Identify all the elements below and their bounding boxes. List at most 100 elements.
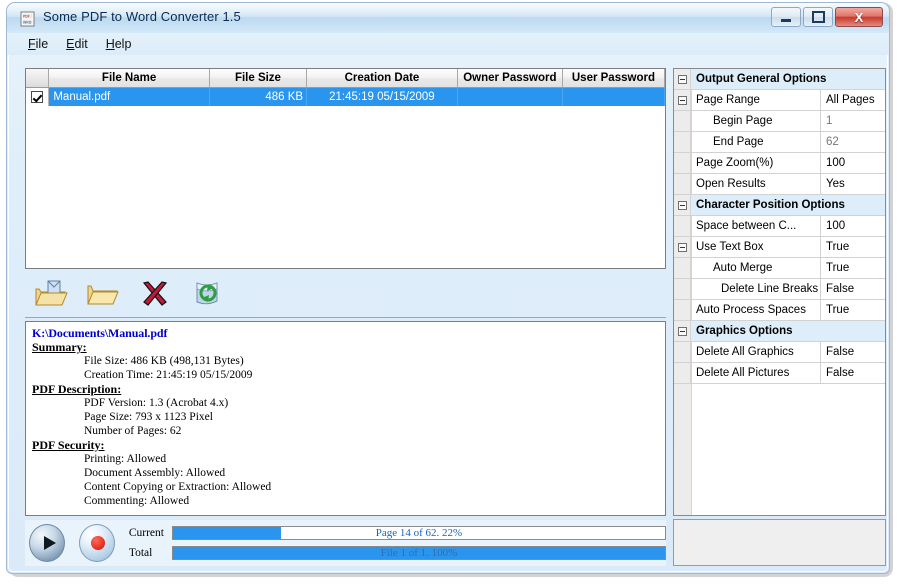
property-row[interactable]: Delete All Graphics False — [674, 342, 885, 363]
info-section-line: Number of Pages: 62 — [84, 425, 182, 437]
property-expander-cell[interactable] — [674, 195, 691, 215]
property-row[interactable]: Space between C... 100 — [674, 216, 885, 237]
property-category-row[interactable]: Graphics Options — [674, 321, 885, 342]
info-section-line: Commenting: Allowed — [84, 495, 190, 507]
property-value[interactable]: True — [820, 300, 885, 320]
info-section-line: Printing: Allowed — [84, 453, 167, 465]
column-header[interactable]: User Password — [563, 69, 665, 87]
property-name: Graphics Options — [696, 325, 793, 337]
property-name: Open Results — [696, 178, 766, 190]
info-section-heading: PDF Description: — [32, 382, 122, 396]
property-value[interactable]: 100 — [820, 153, 885, 173]
info-section-line: Creation Time: 21:45:19 05/15/2009 — [84, 369, 253, 381]
collapse-minus-icon[interactable] — [677, 95, 687, 105]
pdf-info-panel: K:\Documents\Manual.pdf Summary: File Siz… — [25, 321, 666, 516]
property-expander-cell[interactable] — [674, 69, 691, 89]
row-checkbox[interactable] — [26, 88, 50, 106]
total-progress-label: Total — [128, 547, 153, 559]
property-category-row[interactable]: Output General Options — [674, 69, 885, 90]
cell-user-password — [563, 88, 665, 106]
property-value[interactable]: All Pages — [820, 90, 885, 110]
collapse-minus-icon[interactable] — [677, 242, 687, 252]
property-row[interactable]: Delete Line Breaks False — [674, 279, 885, 300]
property-row[interactable]: Page Zoom(%) 100 — [674, 153, 885, 174]
maximize-button[interactable] — [803, 7, 833, 27]
current-progress-label: Current — [128, 527, 164, 539]
property-name: Delete Line Breaks — [721, 283, 819, 295]
open-folder-button[interactable] — [77, 276, 129, 316]
menu-item-file[interactable]: File — [19, 35, 57, 53]
property-value[interactable]: False — [820, 363, 885, 383]
total-progress-bar: File 1 of 1. 100% — [171, 546, 666, 560]
property-row[interactable]: Use Text Box True — [674, 237, 885, 258]
info-section-line: File Size: 486 KB (498,131 Bytes) — [84, 355, 244, 367]
property-expander-cell[interactable] — [674, 321, 691, 341]
property-row[interactable]: End Page 62 — [674, 132, 885, 153]
cell-file-size: 486 KB — [210, 88, 308, 106]
maximize-icon — [811, 11, 825, 23]
property-name: Auto Merge — [713, 262, 773, 274]
info-section-heading: Summary: — [32, 340, 87, 354]
property-value[interactable]: True — [820, 237, 885, 257]
property-row[interactable]: Open Results Yes — [674, 174, 885, 195]
property-expander-cell[interactable] — [674, 237, 691, 257]
property-expander-cell — [674, 132, 691, 152]
column-header[interactable]: File Name — [49, 69, 210, 87]
property-value[interactable]: False — [820, 342, 885, 362]
property-row[interactable]: Begin Page 1 — [674, 111, 885, 132]
collapse-minus-icon[interactable] — [677, 326, 687, 336]
collapse-minus-icon[interactable] — [677, 74, 687, 84]
file-list-corner-header — [26, 69, 50, 87]
column-header[interactable]: Owner Password — [458, 69, 563, 87]
property-name: Begin Page — [713, 115, 773, 127]
property-row[interactable]: Delete All Pictures False — [674, 363, 885, 384]
close-button[interactable]: X — [835, 7, 883, 27]
stop-convert-button[interactable] — [78, 524, 115, 562]
info-section-line: Page Size: 793 x 1123 Pixel — [84, 411, 213, 423]
add-files-button[interactable] — [25, 276, 77, 316]
table-row[interactable]: Manual.pdf 486 KB 21:45:19 05/15/2009 — [26, 88, 665, 106]
info-section-line: PDF Version: 1.3 (Acrobat 4.x) — [84, 397, 229, 409]
progress-bars: Page 14 of 62. 22% File 1 of 1. 100% — [171, 523, 666, 563]
total-progress-text: File 1 of 1. 100% — [380, 547, 458, 559]
menu-item-help[interactable]: Help — [97, 35, 141, 53]
property-value[interactable]: True — [820, 258, 885, 278]
start-convert-button[interactable] — [29, 524, 65, 562]
current-progress-text: Page 14 of 62. 22% — [375, 527, 463, 539]
property-name: Page Range — [696, 94, 760, 106]
menu-item-edit[interactable]: Edit — [57, 35, 97, 53]
svg-text:PDF: PDF — [23, 15, 30, 19]
window-title: Some PDF to Word Converter 1.5 — [43, 9, 241, 24]
property-row[interactable]: Auto Merge True — [674, 258, 885, 279]
collapse-minus-icon[interactable] — [677, 200, 687, 210]
minimize-button[interactable] — [771, 7, 801, 27]
progress-labels: Current Total — [129, 523, 164, 563]
property-name: Character Position Options — [696, 199, 845, 211]
column-header[interactable]: File Size — [210, 69, 308, 87]
property-row[interactable]: Auto Process Spaces True — [674, 300, 885, 321]
property-name: End Page — [713, 136, 764, 148]
column-header[interactable]: Creation Date — [307, 69, 458, 87]
remove-file-button[interactable] — [129, 276, 181, 316]
options-property-grid[interactable]: Output General Options Page Range All Page… — [673, 68, 886, 516]
clear-list-button[interactable] — [181, 276, 233, 316]
property-value[interactable]: 100 — [820, 216, 885, 236]
property-expander-cell — [674, 300, 691, 320]
property-value[interactable]: False — [820, 279, 885, 299]
property-value[interactable]: Yes — [820, 174, 885, 194]
property-value[interactable]: 1 — [820, 111, 885, 131]
property-value[interactable]: 62 — [820, 132, 885, 152]
property-category-row[interactable]: Character Position Options — [674, 195, 885, 216]
toolbar-separator — [25, 317, 666, 318]
property-name: Output General Options — [696, 73, 827, 85]
file-list-body: Manual.pdf 486 KB 21:45:19 05/15/2009 — [26, 88, 665, 106]
close-icon: X — [854, 9, 864, 25]
property-expander-cell[interactable] — [674, 90, 691, 110]
property-name: Auto Process Spaces — [696, 304, 806, 316]
options-bottom-panel — [673, 519, 886, 566]
property-grid-rows: Output General Options Page Range All Page… — [674, 69, 885, 384]
property-row[interactable]: Page Range All Pages — [674, 90, 885, 111]
property-name: Use Text Box — [696, 241, 764, 253]
file-list[interactable]: File Name File Size Creation Date Owner Pas… — [25, 68, 666, 269]
property-name: Page Zoom(%) — [696, 157, 774, 169]
